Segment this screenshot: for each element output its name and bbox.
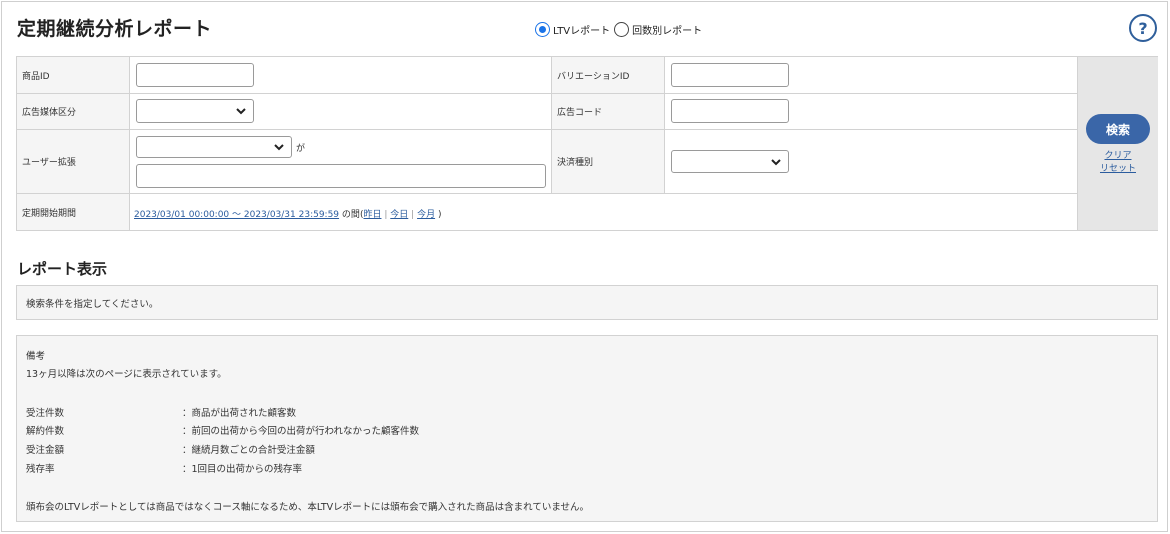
count-report-label[interactable]: 回数別レポート: [632, 22, 702, 37]
report-section-title: レポート表示: [17, 260, 108, 278]
chevron-down-icon: [771, 159, 781, 166]
ad-code-label: 広告コード: [552, 94, 665, 130]
report-message-text: 検索条件を指定してください。: [26, 298, 159, 310]
user-ext-select[interactable]: [136, 136, 292, 158]
notes-heading: 備考: [26, 351, 46, 362]
search-actions: 検索 クリア リセット: [1078, 57, 1158, 230]
definition-desc: ：1回目の出荷からの残存率: [182, 464, 303, 475]
count-report-radio[interactable]: [614, 22, 630, 37]
report-type-radio-group: LTVレポート 回数別レポート: [535, 22, 706, 37]
payment-type-label: 決済種別: [552, 130, 665, 194]
payment-type-select[interactable]: [671, 150, 789, 173]
user-ext-ga-text: が: [296, 144, 306, 154]
this-month-link[interactable]: 今月: [417, 210, 435, 220]
period-text: 2023/03/01 00:00:00 ～ 2023/03/31 23:59:5…: [134, 207, 441, 220]
ltv-report-radio[interactable]: [535, 22, 550, 37]
ad-code-input[interactable]: [671, 99, 789, 123]
report-message: 検索条件を指定してください。: [16, 285, 1158, 320]
definition-term: 残存率: [26, 464, 55, 475]
period-range-link[interactable]: 2023/03/01 00:00:00 ～ 2023/03/31 23:59:5…: [134, 210, 339, 220]
help-button[interactable]: ?: [1129, 14, 1157, 42]
definition-desc: ：商品が出荷された顧客数: [182, 408, 297, 419]
user-ext-label: ユーザー拡張: [17, 130, 130, 194]
search-button[interactable]: 検索: [1086, 114, 1150, 144]
period-close-paren: ): [437, 210, 442, 220]
definition-term: 解約件数: [26, 426, 65, 437]
period-separator: |: [411, 210, 415, 220]
clear-link[interactable]: クリア: [1078, 148, 1158, 161]
today-link[interactable]: 今日: [390, 210, 408, 220]
notes-footer: 頒布会のLTVレポートとしては商品ではなくコース軸になるため、本LTVレポートに…: [26, 502, 590, 513]
page-frame: 定期継続分析レポート LTVレポート 回数別レポート ? 商品ID バリエーショ…: [1, 1, 1168, 532]
yesterday-link[interactable]: 昨日: [363, 210, 381, 220]
product-id-cell: [130, 57, 552, 94]
chevron-down-icon: [274, 144, 284, 151]
variation-id-label: バリエーションID: [552, 57, 665, 94]
question-icon: ?: [1138, 18, 1148, 38]
ad-media-cell: [130, 94, 552, 130]
ad-media-select[interactable]: [136, 99, 254, 123]
ltv-report-label[interactable]: LTVレポート: [553, 22, 610, 37]
variation-id-input[interactable]: [671, 63, 789, 87]
user-ext-cell: が: [130, 130, 552, 194]
period-label: 定期開始期間: [17, 194, 130, 230]
definition-desc: ：前回の出荷から今回の出荷が行われなかった顧客件数: [182, 426, 420, 437]
variation-id-cell: [665, 57, 1078, 94]
ad-media-label: 広告媒体区分: [17, 94, 130, 130]
ad-code-cell: [665, 94, 1078, 130]
product-id-input[interactable]: [136, 63, 254, 87]
reset-link[interactable]: リセット: [1078, 161, 1158, 174]
period-suffix: の間: [341, 210, 360, 220]
period-separator: |: [384, 210, 388, 220]
payment-type-cell: [665, 130, 1078, 194]
product-id-label: 商品ID: [17, 57, 130, 94]
chevron-down-icon: [236, 108, 246, 115]
definition-term: 受注件数: [26, 408, 65, 419]
user-ext-text-input[interactable]: [136, 164, 546, 188]
definition-term: 受注金額: [26, 445, 65, 456]
page-title: 定期継続分析レポート: [17, 18, 213, 40]
definition-desc: ：継続月数ごとの合計受注金額: [182, 445, 315, 456]
notes-line: 13ヶ月以降は次のページに表示されています。: [26, 369, 227, 380]
notes-box: 備考 13ヶ月以降は次のページに表示されています。 受注件数 ：商品が出荷された…: [16, 335, 1158, 522]
search-form: 商品ID バリエーションID 広告媒体区分 広告コード ユーザー拡張 が 決済種…: [16, 56, 1158, 231]
